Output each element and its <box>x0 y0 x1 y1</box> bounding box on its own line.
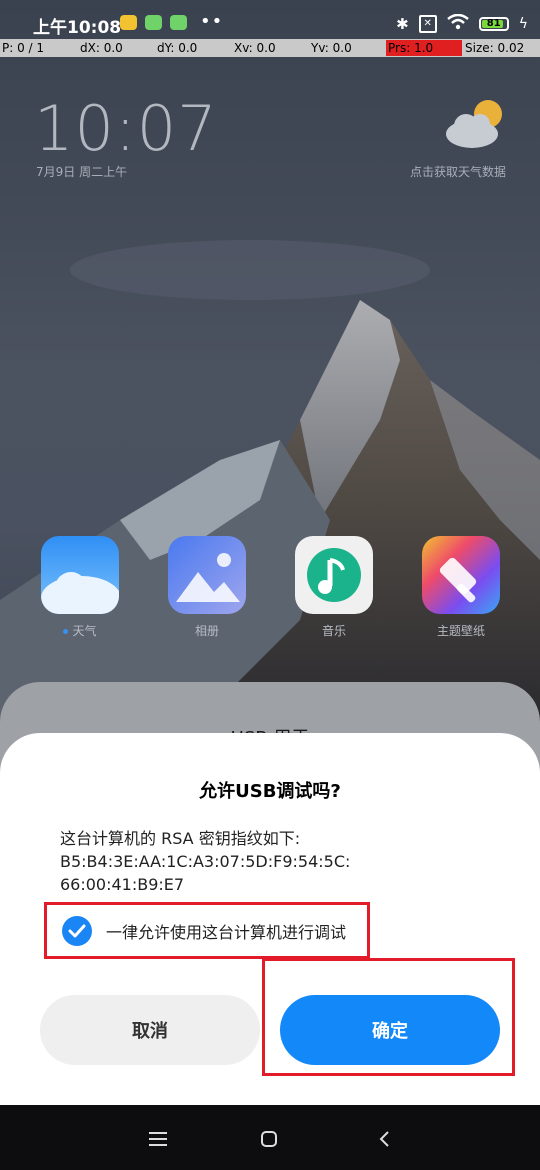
pointer-yv: Yv: 0.0 <box>311 41 352 55</box>
status-bar: 上午10:08 •• ✱ ✕ 81 ϟ <box>0 0 540 40</box>
pointer-count: P: 0 / 1 <box>2 41 45 55</box>
pointer-pressure: Prs: 1.0 <box>386 40 462 56</box>
android-icon <box>170 15 187 30</box>
confirm-highlight-box <box>262 958 515 1076</box>
pointer-location-bar: P: 0 / 1 dX: 0.0 dY: 0.0 Xv: 0.0 Yv: 0.0… <box>0 39 540 57</box>
themes-app-icon <box>422 536 500 614</box>
battery-icon: 81 <box>478 17 509 31</box>
taxi-icon <box>120 15 137 30</box>
menu-icon[interactable] <box>146 1127 170 1151</box>
charging-icon: ϟ <box>518 16 528 32</box>
app-label: 主题壁纸 <box>436 624 485 638</box>
app-weather[interactable]: 天气 <box>40 536 120 639</box>
weather-app-icon <box>41 536 119 614</box>
dialog-message: 这台计算机的 RSA 密钥指纹如下: B5:B4:3E:AA:1C:A3:07:… <box>60 829 351 894</box>
app-label: 音乐 <box>321 624 346 638</box>
app-grid: 天气 相册 音乐 主题壁纸 <box>40 536 510 646</box>
android-icon <box>145 15 162 30</box>
status-time: 上午10:08 <box>33 18 122 38</box>
app-label: 天气 <box>72 624 97 638</box>
dialog-title: 允许USB调试吗? <box>199 781 341 802</box>
back-icon[interactable] <box>372 1127 396 1151</box>
home-icon[interactable] <box>257 1127 281 1151</box>
bluetooth-icon: ✱ <box>396 15 409 33</box>
pointer-size: Size: 0.02 <box>465 41 525 55</box>
cloud-sun-icon[interactable] <box>444 98 506 150</box>
gallery-app-icon <box>168 536 246 614</box>
usb-debug-dialog: 允许USB调试吗? 这台计算机的 RSA 密钥指纹如下: B5:B4:3E:AA… <box>0 733 540 1105</box>
pointer-xv: Xv: 0.0 <box>234 41 276 55</box>
cancel-button[interactable]: 取消 <box>40 995 260 1065</box>
checkbox-checked-icon[interactable] <box>62 915 92 946</box>
always-allow-row[interactable]: 一律允许使用这台计算机进行调试 <box>44 902 370 959</box>
always-allow-label: 一律允许使用这台计算机进行调试 <box>106 922 347 942</box>
weather-hint[interactable]: 点击获取天气数据 <box>410 163 506 180</box>
app-label: 相册 <box>194 624 219 638</box>
new-dot-icon <box>63 629 69 634</box>
app-gallery[interactable]: 相册 <box>167 536 247 639</box>
wifi-icon <box>446 13 469 34</box>
battery-level: 81 <box>486 18 501 29</box>
pointer-dx: dX: 0.0 <box>80 41 123 55</box>
app-music[interactable]: 音乐 <box>294 536 374 639</box>
lockscreen-clock: 10:07 <box>34 92 218 165</box>
no-sim-icon: ✕ <box>418 15 437 33</box>
music-app-icon <box>295 536 373 614</box>
pointer-dy: dY: 0.0 <box>157 41 198 55</box>
lockscreen-date: 7月9日 周二上午 <box>36 165 128 179</box>
more-dots-icon: •• <box>200 11 224 32</box>
app-themes[interactable]: 主题壁纸 <box>421 536 501 639</box>
navigation-bar <box>0 1105 540 1170</box>
